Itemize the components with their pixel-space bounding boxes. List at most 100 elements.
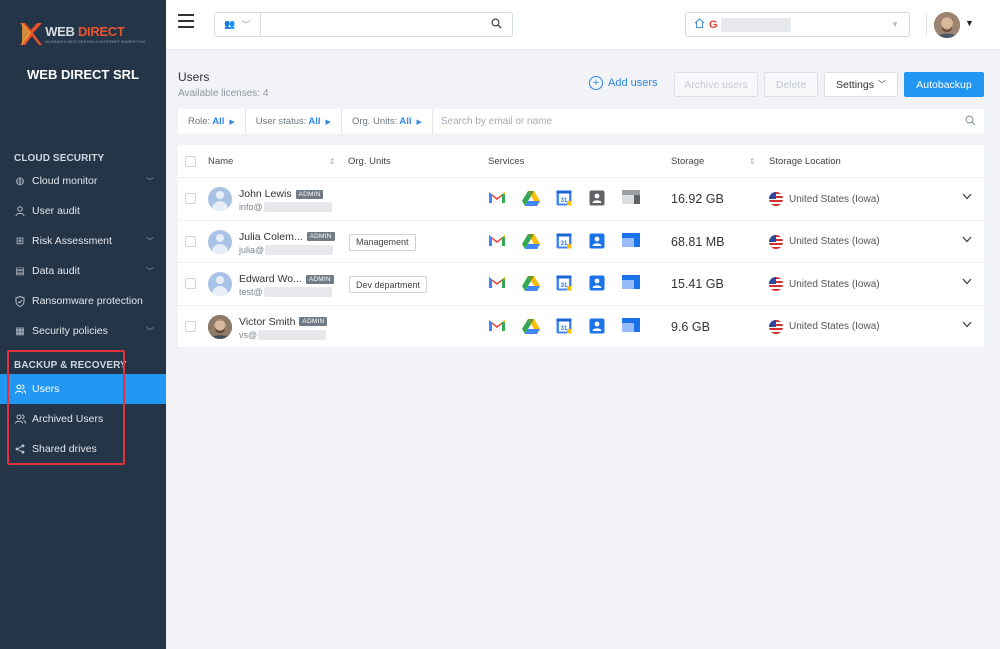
archive-users-button[interactable]: Archive users (674, 72, 758, 97)
table-row[interactable]: Victor Smith ADMIN vs@ 31 9.6 GB United State… (178, 306, 984, 348)
add-users-button[interactable]: + Add users (589, 76, 658, 90)
svg-text:31: 31 (561, 240, 568, 246)
sidebar-item-label: Risk Assessment (32, 235, 112, 247)
redacted-email (258, 329, 327, 340)
page-title: Users (178, 70, 210, 84)
org-units-filter[interactable]: Org. Units: All ▶ (342, 109, 433, 134)
svg-text:31: 31 (561, 198, 568, 204)
table-header: Name ⇕ Org. Units Services Storage ⇕ Sto… (178, 145, 984, 178)
shared-drives-icon (622, 275, 642, 293)
sort-icon[interactable]: ⇕ (329, 157, 336, 166)
globe-icon: ◍ (15, 175, 25, 187)
logo-tagline: BUSINESS WEB DESIGN & INTERNET MARKETING (45, 39, 146, 44)
section-cloud-security: CLOUD SECURITY (14, 153, 105, 164)
google-contacts-icon (589, 318, 609, 336)
logo-word-web: WEB (45, 24, 78, 39)
role-filter[interactable]: Role: All ▶ (178, 109, 246, 134)
us-flag-icon (769, 234, 783, 249)
row-checkbox[interactable] (185, 278, 196, 289)
divider (926, 14, 927, 36)
org-unit-tag: Dev department (349, 276, 428, 293)
sort-icon[interactable]: ⇕ (749, 157, 756, 166)
gmail-icon (488, 275, 508, 293)
grid-icon: ⊞ (15, 235, 25, 247)
avatar (208, 314, 232, 339)
hamburger-menu-icon[interactable] (178, 14, 194, 30)
google-calendar-icon: 31 (556, 190, 576, 208)
caret-right-icon: ▶ (229, 118, 235, 126)
filter-bar: Role: All ▶ User status: All ▶ Org. Unit… (178, 109, 984, 134)
avatar (208, 187, 232, 211)
column-name[interactable]: Name (208, 156, 233, 167)
table-row[interactable]: John Lewis ADMIN info@ 31 16.92 GB United Sta… (178, 178, 984, 221)
search-icon[interactable] (491, 18, 502, 32)
delete-button[interactable]: Delete (764, 72, 818, 97)
row-checkbox[interactable] (185, 320, 196, 332)
sidebar: WEB DIRECT BUSINESS WEB DESIGN & INTERNE… (0, 0, 166, 649)
account-menu-caret-icon[interactable]: ▼ (965, 18, 974, 28)
storage-value: 16.92 GB (671, 192, 724, 206)
google-drive-icon (522, 318, 542, 336)
sidebar-item-label: Ransomware protection (32, 295, 143, 307)
sidebar-item-security-policies[interactable]: ▦ Security policies ﹀ (0, 316, 166, 346)
chevron-down-icon: ﹀ (146, 176, 154, 186)
gmail-icon (488, 318, 508, 336)
search-scope-select[interactable]: 👥 ﹀ (215, 13, 261, 36)
user-status-filter[interactable]: User status: All ▶ (246, 109, 342, 134)
column-org-units[interactable]: Org. Units (348, 156, 391, 167)
column-storage[interactable]: Storage (671, 156, 704, 167)
user-name[interactable]: Edward Wo... (239, 273, 302, 285)
sidebar-item-shared-drives[interactable]: Shared drives (0, 434, 166, 464)
filter-value: All (399, 116, 412, 127)
sidebar-item-users[interactable]: Users (0, 374, 166, 404)
select-all-checkbox[interactable] (185, 156, 196, 167)
users-icon (14, 384, 26, 394)
policy-icon: ▦ (15, 325, 25, 337)
svg-text:31: 31 (561, 325, 568, 331)
sidebar-item-data-audit[interactable]: ▤ Data audit ﹀ (0, 256, 166, 286)
row-checkbox[interactable] (185, 193, 196, 204)
sidebar-item-cloud-monitor[interactable]: ◍ Cloud monitor ﹀ (0, 166, 166, 196)
chevron-down-icon: ﹀ (146, 326, 154, 336)
settings-button[interactable]: Settings ﹀ (824, 72, 898, 97)
redacted-email (263, 287, 332, 297)
sidebar-item-label: Data audit (32, 265, 80, 277)
row-checkbox[interactable] (185, 235, 196, 247)
sidebar-item-ransomware-protection[interactable]: Ransomware protection (0, 286, 166, 316)
storage-location: United States (Iowa) (789, 236, 880, 247)
sidebar-item-user-audit[interactable]: User audit (0, 196, 166, 226)
sidebar-item-archived-users[interactable]: Archived Users (0, 404, 166, 434)
home-icon (694, 18, 705, 31)
filter-label: Org. Units: (351, 116, 398, 127)
org-unit-tag: Management (349, 233, 416, 251)
search-icon[interactable] (965, 115, 976, 129)
expand-row-chevron-icon[interactable] (962, 319, 972, 331)
company-logo[interactable]: WEB DIRECT BUSINESS WEB DESIGN & INTERNE… (20, 21, 146, 47)
expand-row-chevron-icon[interactable] (962, 234, 972, 246)
autobackup-button[interactable]: Autobackup (904, 72, 984, 97)
user-name[interactable]: Victor Smith (239, 316, 295, 328)
cloud-security-nav: ◍ Cloud monitor ﹀ User audit ⊞ Risk Asse… (0, 166, 166, 346)
expand-row-chevron-icon[interactable] (962, 276, 972, 288)
column-storage-location[interactable]: Storage Location (769, 156, 841, 167)
backup-recovery-nav: Users Archived Users Shared drives (0, 374, 166, 464)
avatar[interactable] (934, 12, 960, 38)
svg-text:31: 31 (561, 283, 568, 289)
us-flag-icon (769, 319, 783, 334)
domain-selector[interactable]: G ▼ (685, 12, 910, 37)
column-services: Services (488, 155, 525, 167)
available-licenses: Available licenses: 4 (178, 88, 269, 99)
user-search-input[interactable]: Search by email or name (433, 116, 984, 127)
table-row[interactable]: Edward Wo... ADMIN test@ Dev department 31 15… (178, 263, 984, 306)
user-name[interactable]: Julia Colem... (239, 231, 303, 243)
global-search[interactable]: 👥 ﹀ (214, 12, 513, 37)
admin-badge: ADMIN (306, 232, 335, 241)
storage-location: United States (Iowa) (789, 278, 880, 290)
sidebar-item-risk-assessment[interactable]: ⊞ Risk Assessment ﹀ (0, 226, 166, 256)
user-name[interactable]: John Lewis (239, 188, 292, 200)
us-flag-icon (769, 277, 783, 291)
table-row[interactable]: Julia Colem... ADMIN julia@ Management 31 68.… (178, 221, 984, 263)
avatar (208, 272, 232, 296)
expand-row-chevron-icon[interactable] (962, 191, 972, 203)
storage-value: 9.6 GB (671, 319, 710, 334)
